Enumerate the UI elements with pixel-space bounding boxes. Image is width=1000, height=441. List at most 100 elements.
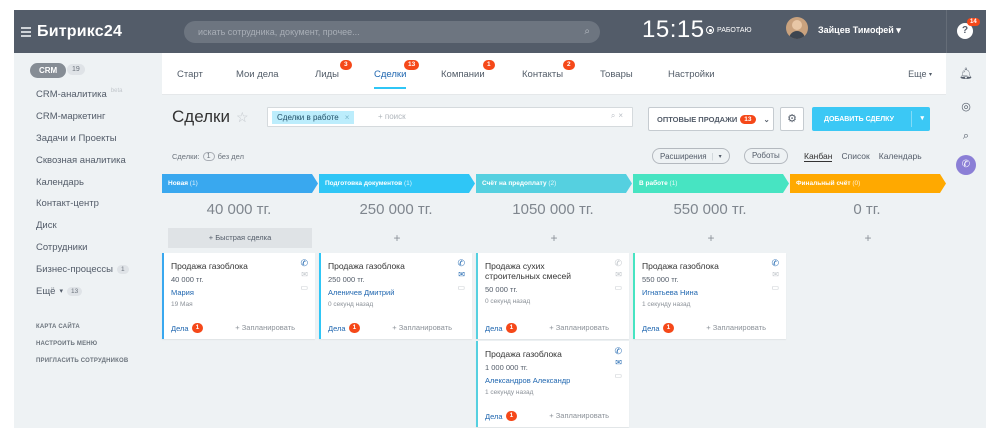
invite-link[interactable]: ПРИГЛАСИТЬ СОТРУДНИКОВ xyxy=(36,358,128,375)
deal-title[interactable]: Продажа газоблока xyxy=(485,349,601,359)
filter-search[interactable]: Сделки в работе × + поиск ⌕× xyxy=(267,107,633,127)
sitemap-link[interactable]: КАРТА САЙТА xyxy=(36,324,128,341)
stage-header[interactable]: Подготовка документов (1) xyxy=(319,174,475,193)
quick-deal-button[interactable]: + Быстрая сделка xyxy=(168,228,312,248)
tab-contacts[interactable]: Контакты 2 xyxy=(522,53,575,95)
stage-header[interactable]: Счёт на предоплату (2) xyxy=(476,174,632,193)
pipeline-select-button[interactable]: ОПТОВЫЕ ПРОДАЖИ 13 ⌄ xyxy=(648,107,774,131)
add-deal-plus-button[interactable]: + xyxy=(325,228,469,248)
plan-activity-button[interactable]: + Запланировать xyxy=(235,323,295,332)
chat-icon[interactable]: ▭ xyxy=(614,283,622,292)
add-deal-plus-button[interactable]: + xyxy=(482,228,626,248)
deal-card[interactable]: Продажа газоблока 1 000 000 тг. Александ… xyxy=(476,341,629,427)
deal-title[interactable]: Продажа газоблока xyxy=(328,261,444,271)
sidebar-item-crm-analytics[interactable]: CRM-аналитика beta xyxy=(36,84,129,106)
tab-my-activities[interactable]: Мои дела xyxy=(236,53,279,95)
mail-icon[interactable]: ✉ xyxy=(458,270,465,279)
configure-menu-link[interactable]: НАСТРОИТЬ МЕНЮ xyxy=(36,341,128,358)
tab-settings[interactable]: Настройки xyxy=(668,53,715,95)
chat-icon[interactable]: ◎ xyxy=(959,100,973,114)
tabs-more-button[interactable]: Еще ▾ xyxy=(908,53,932,95)
filter-tag[interactable]: Сделки в работе × xyxy=(272,111,355,124)
view-list[interactable]: Список xyxy=(841,151,869,162)
logo[interactable]: Битрикс24 xyxy=(37,23,122,41)
phone-icon[interactable]: ✆ xyxy=(956,155,976,175)
sidebar-item-bizproc[interactable]: Бизнес-процессы 1 xyxy=(36,258,129,280)
star-icon[interactable]: ☆ xyxy=(236,109,249,126)
deal-card[interactable]: Продажа газоблока 550 000 тг. Игнатьева … xyxy=(633,253,786,339)
chat-icon[interactable]: ▭ xyxy=(300,283,308,292)
avatar[interactable] xyxy=(786,17,808,39)
sidebar-item-more[interactable]: Ещё ▾ 13 xyxy=(36,280,129,302)
bell-icon[interactable]: 🔔︎ xyxy=(959,67,973,81)
tab-start[interactable]: Старт xyxy=(177,53,203,95)
add-deal-button[interactable]: ДОБАВИТЬ СДЕЛКУ ▾ xyxy=(812,107,930,131)
tasks-link[interactable]: Дела 1 xyxy=(485,411,518,421)
tasks-link[interactable]: Дела 1 xyxy=(171,323,204,333)
stage-header[interactable]: В работе (1) xyxy=(633,174,789,193)
plan-activity-button[interactable]: + Запланировать xyxy=(549,411,609,420)
tab-deals[interactable]: Сделки 13 xyxy=(374,53,420,95)
deal-title[interactable]: Продажа сухих строительных смесей xyxy=(485,261,601,281)
search-icon[interactable]: ⌕ xyxy=(959,129,973,143)
user-menu[interactable]: Зайцев Тимофей ▾ xyxy=(818,25,901,36)
deal-client-link[interactable]: Мария xyxy=(171,288,194,297)
mail-icon[interactable]: ✉ xyxy=(615,270,622,279)
plan-activity-button[interactable]: + Запланировать xyxy=(549,323,609,332)
stage-header[interactable]: Финальный счёт (0) xyxy=(790,174,946,193)
sidebar-item-calendar[interactable]: Календарь xyxy=(36,171,129,193)
phone-icon[interactable]: ✆ xyxy=(614,346,622,357)
sidebar-item-tasks[interactable]: Задачи и Проекты xyxy=(36,128,129,150)
search-input[interactable]: искать сотрудника, документ, прочее... ⌕ xyxy=(184,21,600,43)
deal-card[interactable]: Продажа сухих строительных смесей 50 000… xyxy=(476,253,629,339)
sidebar-item-contact-center[interactable]: Контакт-центр xyxy=(36,193,129,215)
plan-activity-button[interactable]: + Запланировать xyxy=(392,323,452,332)
tasks-link[interactable]: Дела 1 xyxy=(485,323,518,333)
sidebar-item-crm-marketing[interactable]: CRM-маркетинг xyxy=(36,106,129,128)
deal-card[interactable]: Продажа газоблока 40 000 тг. Мария 19 Ма… xyxy=(162,253,315,339)
gear-icon[interactable]: ⚙ xyxy=(780,107,804,131)
deal-client-link[interactable]: Александров Александр xyxy=(485,376,570,385)
plan-activity-button[interactable]: + Запланировать xyxy=(706,323,766,332)
deal-title[interactable]: Продажа газоблока xyxy=(171,261,287,271)
view-calendar[interactable]: Календарь xyxy=(879,151,922,162)
deals-counter[interactable]: Сделки: 1 без дел xyxy=(172,152,244,161)
extensions-button[interactable]: Расширения | ▾ xyxy=(652,148,730,164)
phone-icon[interactable]: ✆ xyxy=(300,258,308,269)
chat-icon[interactable]: ▭ xyxy=(457,283,465,292)
sidebar-item-disk[interactable]: Диск xyxy=(36,215,129,237)
deal-client-link[interactable]: Игнатьева Нина xyxy=(642,288,698,297)
chat-icon[interactable]: ▭ xyxy=(614,371,622,380)
sidebar-item-employees[interactable]: Сотрудники xyxy=(36,237,129,259)
search-icon[interactable]: ⌕ xyxy=(584,21,590,43)
add-deal-plus-button[interactable]: + xyxy=(796,228,940,248)
sidebar-item-label: Ещё xyxy=(36,285,56,297)
close-icon[interactable]: × xyxy=(345,113,350,122)
deal-title[interactable]: Продажа газоблока xyxy=(642,261,758,271)
mail-icon[interactable]: ✉ xyxy=(615,358,622,367)
phone-icon[interactable]: ✆ xyxy=(457,258,465,269)
mail-icon[interactable]: ✉ xyxy=(772,270,779,279)
chat-icon[interactable]: ▭ xyxy=(771,283,779,292)
clock[interactable]: 15:15 xyxy=(642,16,705,44)
phone-icon[interactable]: ✆ xyxy=(614,258,622,269)
menu-icon[interactable] xyxy=(21,26,31,37)
chevron-down-icon[interactable]: ▾ xyxy=(920,107,924,131)
work-status[interactable]: РАБОТАЮ xyxy=(706,26,752,34)
mail-icon[interactable]: ✉ xyxy=(301,270,308,279)
sidebar-item-crm[interactable]: CRM xyxy=(30,63,67,78)
sidebar-item-analytics[interactable]: Сквозная аналитика xyxy=(36,149,129,171)
tasks-link[interactable]: Дела 1 xyxy=(642,323,675,333)
robots-button[interactable]: Роботы xyxy=(744,148,788,164)
tab-leads[interactable]: Лиды 3 xyxy=(315,53,352,95)
deal-card[interactable]: Продажа газоблока 250 000 тг. Аленичев Д… xyxy=(319,253,472,339)
tab-products[interactable]: Товары xyxy=(600,53,633,95)
phone-icon[interactable]: ✆ xyxy=(771,258,779,269)
tasks-link[interactable]: Дела 1 xyxy=(328,323,361,333)
deal-client-link[interactable]: Аленичев Дмитрий xyxy=(328,288,394,297)
add-deal-plus-button[interactable]: + xyxy=(639,228,783,248)
tab-companies[interactable]: Компании 1 xyxy=(441,53,495,95)
stage-header[interactable]: Новая (1) xyxy=(162,174,318,193)
view-kanban[interactable]: Канбан xyxy=(804,151,833,162)
close-icon[interactable]: × xyxy=(618,111,626,120)
